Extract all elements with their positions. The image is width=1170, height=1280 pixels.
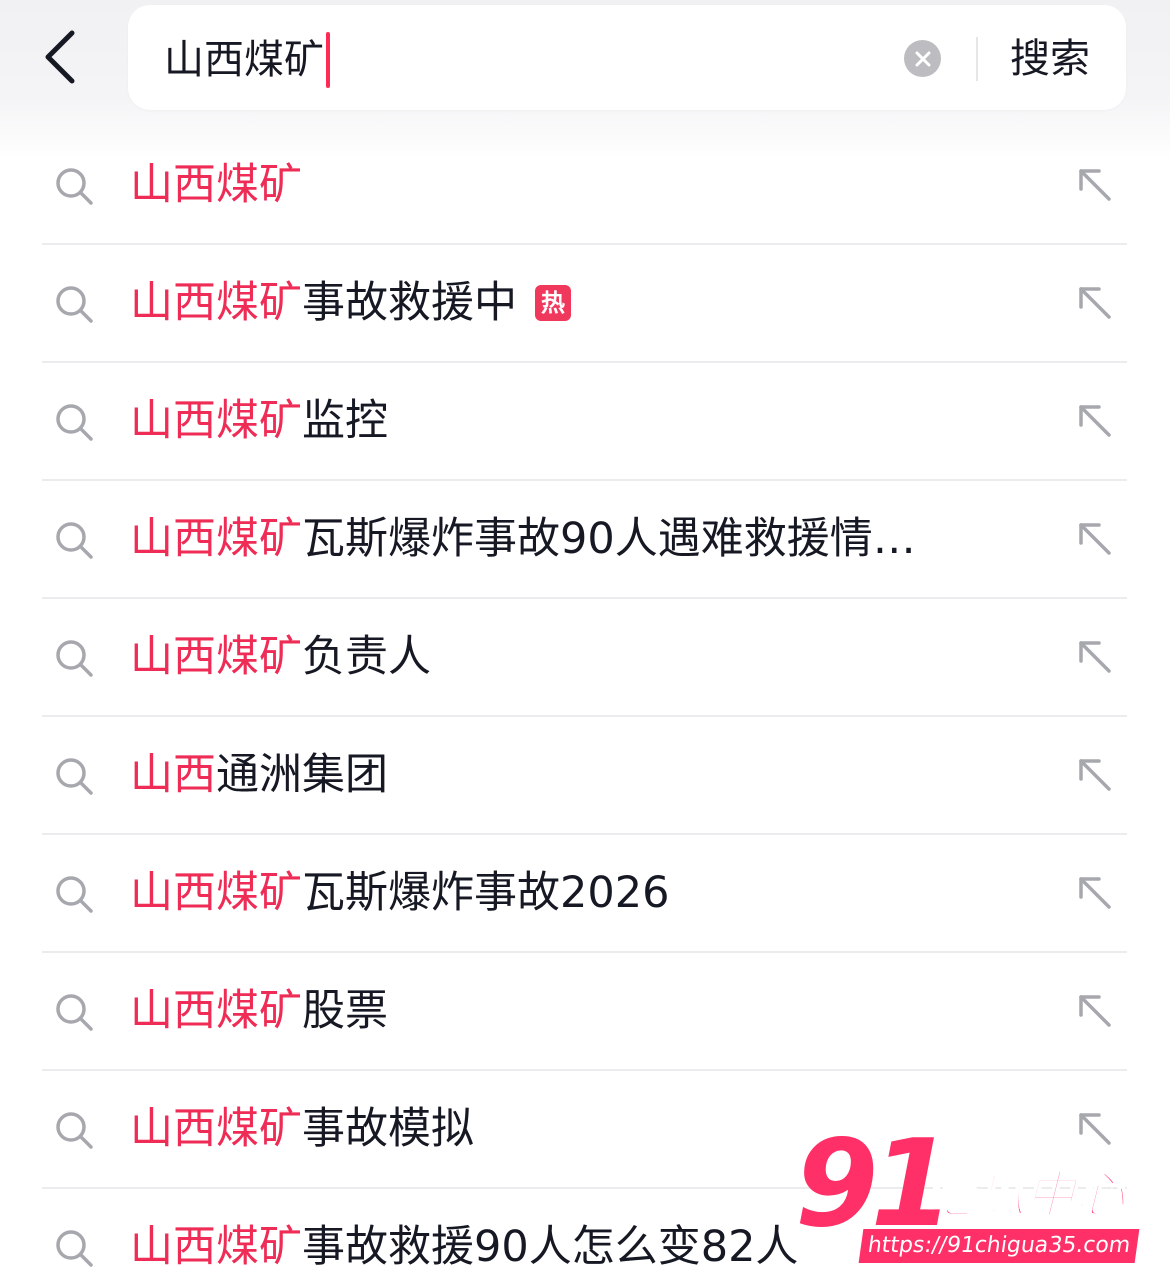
suggestion-rest: 事故救援90人怎么变82人 — [302, 1222, 799, 1272]
arrow-up-left-icon[interactable] — [1075, 283, 1115, 323]
back-button[interactable] — [30, 22, 90, 92]
suggestion-highlight: 山西煤矿 — [130, 1104, 302, 1154]
search-icon — [56, 522, 93, 559]
suggestion-item[interactable]: 山西煤矿 事故救援中热 — [42, 245, 1127, 363]
arrow-up-left-icon[interactable] — [1075, 991, 1115, 1031]
suggestion-highlight: 山西煤矿 — [130, 986, 302, 1036]
site-watermark: 91 吃瓜中心 https://91chigua35.com — [795, 1125, 1155, 1275]
arrow-up-left-icon[interactable] — [1075, 401, 1115, 441]
search-query: 山西煤矿 — [164, 37, 324, 83]
suggestion-item[interactable]: 山西煤矿 股票 — [42, 953, 1127, 1071]
suggestion-rest: 瓦斯爆炸事故90人遇难救援情… — [302, 514, 916, 564]
suggestion-text: 山西煤矿 瓦斯爆炸事故2026 — [130, 865, 669, 921]
suggestion-item[interactable]: 山西 通洲集团 — [42, 717, 1127, 835]
suggestion-rest: 通洲集团 — [216, 750, 388, 800]
search-divider — [976, 37, 978, 81]
suggestion-rest: 瓦斯爆炸事故2026 — [302, 868, 670, 918]
suggestion-highlight: 山西煤矿 — [130, 396, 302, 446]
arrow-up-left-icon[interactable] — [1075, 165, 1115, 205]
watermark-number: 91 — [795, 1115, 954, 1254]
suggestion-text: 山西煤矿 负责人 — [130, 629, 431, 685]
text-caret — [326, 32, 330, 88]
arrow-up-left-icon[interactable] — [1075, 873, 1115, 913]
suggestion-highlight: 山西 — [130, 750, 216, 800]
suggestion-text: 山西煤矿 事故救援90人怎么变82人 — [130, 1219, 798, 1275]
arrow-up-left-icon[interactable] — [1075, 637, 1115, 677]
search-suggestion-page: 山西煤矿 搜索 山西煤矿 山西煤矿 事故救援中热 山西煤矿 监控 山西煤矿 瓦斯… — [0, 0, 1170, 1280]
chevron-left-icon — [45, 30, 75, 84]
suggestion-rest: 事故模拟 — [302, 1104, 474, 1154]
suggestion-highlight: 山西煤矿 — [130, 278, 302, 328]
suggestion-rest: 股票 — [302, 986, 388, 1036]
arrow-up-left-icon[interactable] — [1075, 755, 1115, 795]
suggestion-text: 山西煤矿 监控 — [130, 393, 388, 449]
suggestion-item[interactable]: 山西煤矿 瓦斯爆炸事故2026 — [42, 835, 1127, 953]
search-icon — [56, 876, 93, 913]
suggestion-text: 山西煤矿 瓦斯爆炸事故90人遇难救援情… — [130, 511, 916, 567]
arrow-up-left-icon[interactable] — [1075, 519, 1115, 559]
search-box: 山西煤矿 搜索 — [128, 5, 1126, 110]
suggestion-text: 山西煤矿 股票 — [130, 983, 388, 1039]
search-icon — [56, 758, 93, 795]
suggestion-item[interactable]: 山西煤矿 瓦斯爆炸事故90人遇难救援情… — [42, 481, 1127, 599]
suggestion-text: 山西煤矿 — [130, 157, 302, 213]
suggestion-item[interactable]: 山西煤矿 负责人 — [42, 599, 1127, 717]
search-icon — [56, 1112, 93, 1149]
search-icon — [56, 640, 93, 677]
search-submit-button[interactable]: 搜索 — [1010, 33, 1090, 85]
search-icon — [56, 1230, 93, 1267]
suggestion-rest: 负责人 — [302, 632, 431, 682]
suggestion-highlight: 山西煤矿 — [130, 514, 302, 564]
clear-circle-icon — [915, 51, 930, 66]
suggestion-item[interactable]: 山西煤矿 — [42, 127, 1127, 245]
search-input[interactable]: 山西煤矿 — [164, 32, 330, 88]
hot-badge: 热 — [535, 285, 571, 321]
suggestion-highlight: 山西煤矿 — [130, 868, 302, 918]
suggestion-rest: 监控 — [302, 396, 388, 446]
suggestion-highlight: 山西煤矿 — [130, 1222, 302, 1272]
suggestion-item[interactable]: 山西煤矿 监控 — [42, 363, 1127, 481]
watermark-name: 吃瓜中心 — [924, 1165, 1126, 1225]
suggestion-list: 山西煤矿 山西煤矿 事故救援中热 山西煤矿 监控 山西煤矿 瓦斯爆炸事故90人遇难救援… — [42, 127, 1127, 1280]
suggestion-highlight: 山西煤矿 — [130, 632, 302, 682]
watermark-url: https://91chigua35.com — [858, 1229, 1140, 1263]
search-icon — [56, 286, 93, 323]
suggestion-text: 山西煤矿 事故模拟 — [130, 1101, 474, 1157]
suggestion-text: 山西 通洲集团 — [130, 747, 388, 803]
search-icon — [56, 168, 93, 205]
suggestion-rest: 事故救援中 — [302, 278, 517, 328]
search-icon — [56, 994, 93, 1031]
clear-button[interactable] — [904, 40, 941, 77]
search-icon — [56, 404, 93, 441]
suggestion-text: 山西煤矿 事故救援中热 — [130, 275, 571, 331]
suggestion-highlight: 山西煤矿 — [130, 160, 302, 210]
